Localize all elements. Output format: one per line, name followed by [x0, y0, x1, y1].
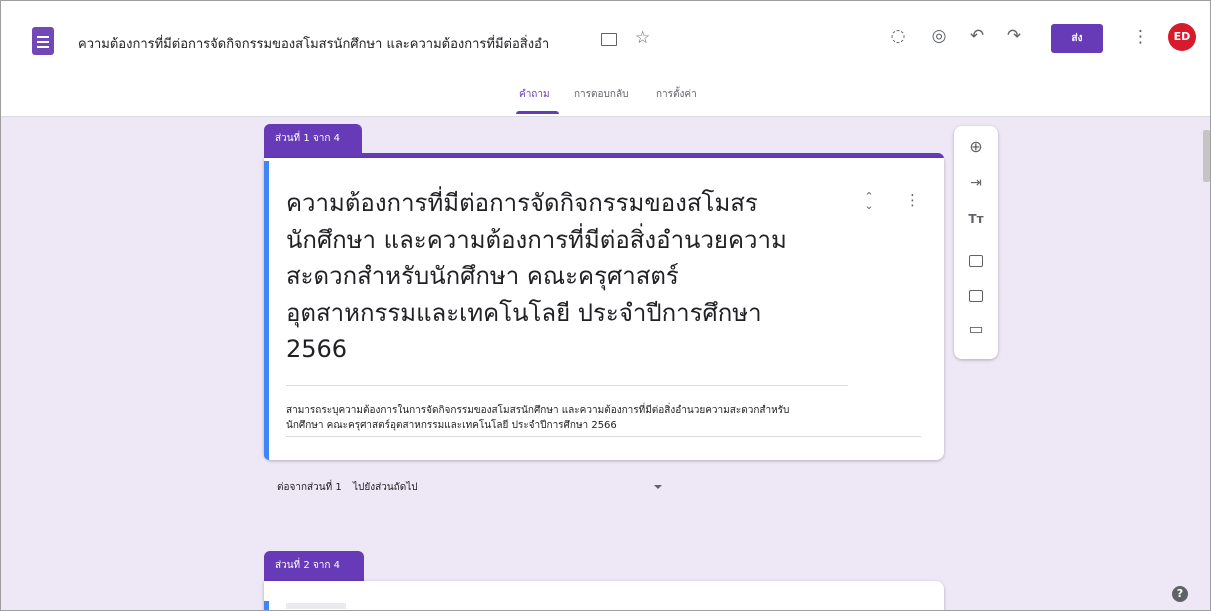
description-field-underline [286, 436, 921, 437]
form-title-line: ความต้องการที่มีต่อการจัดกิจกรรมของสโมสร [286, 189, 758, 217]
add-image-icon[interactable] [969, 255, 983, 267]
preview-eye-icon[interactable]: ◎ [927, 24, 951, 48]
scrollbar-thumb[interactable] [1203, 130, 1210, 182]
more-vert-icon[interactable]: ⋮ [1132, 25, 1149, 49]
tab-settings[interactable]: การตั้งค่า [656, 87, 697, 102]
section-2-title-placeholder [286, 603, 346, 609]
document-title[interactable]: ความต้องการที่มีต่อการจัดกิจกรรมของสโมสร… [78, 33, 549, 54]
add-question-icon[interactable]: ⊕ [967, 138, 985, 156]
title-field-underline [286, 385, 848, 386]
form-title-line: สะดวกสำหรับนักศึกษา คณะครุศาสตร์ [286, 262, 679, 290]
undo-icon[interactable]: ↶ [965, 24, 989, 48]
form-title[interactable]: ความต้องการที่มีต่อการจัดกิจกรรมของสโมสร… [286, 185, 856, 368]
section-2-edge [264, 601, 269, 610]
editor-tabs: คำถาม การตอบกลับ การตั้งค่า [1, 79, 1210, 117]
after-section-label: ต่อจากส่วนที่ 1 [277, 482, 342, 493]
section-1-header-tab: ส่วนที่ 1 จาก 4 [264, 124, 362, 154]
form-title-line: นักศึกษา และความต้องการที่มีต่อสิ่งอำนวย… [286, 225, 787, 254]
collapse-section-icon[interactable]: ⌃ ⌄ [862, 191, 876, 212]
add-section-icon[interactable]: ▭ [967, 320, 985, 338]
focus-edge-indicator [264, 161, 269, 460]
floating-toolbar: ⊕ ⇥ Tт ▭ [954, 126, 998, 359]
form-title-line: 2566 [286, 335, 348, 363]
add-video-icon[interactable] [969, 290, 983, 302]
after-section-select[interactable]: ไปยังส่วนถัดไป [353, 480, 418, 495]
chevron-down-icon[interactable] [654, 485, 662, 489]
scrollbar[interactable] [1201, 117, 1210, 610]
folder-icon[interactable] [601, 33, 617, 46]
tab-questions[interactable]: คำถาม [519, 87, 550, 102]
section-2-card[interactable] [264, 581, 944, 610]
section-more-icon[interactable]: ⋮ [905, 190, 920, 210]
form-title-line: อุตสาหกรรมและเทคโนโลยี ประจำปีการศึกษา [286, 298, 762, 327]
form-description[interactable]: สามารถระบุความต้องการในการจัดกิจกรรมของส… [286, 403, 926, 433]
section-2-header-tab: ส่วนที่ 2 จาก 4 [264, 551, 364, 581]
forms-logo-icon[interactable] [32, 27, 54, 55]
forms-editor-window: ความต้องการที่มีต่อการจัดกิจกรรมของสโมสร… [0, 0, 1211, 611]
avatar[interactable]: ED [1168, 23, 1196, 51]
redo-icon[interactable]: ↷ [1002, 24, 1026, 48]
star-icon[interactable]: ☆ [635, 28, 650, 48]
help-icon[interactable]: ? [1172, 586, 1188, 602]
add-title-icon[interactable]: Tт [967, 210, 985, 228]
tab-responses[interactable]: การตอบกลับ [574, 87, 628, 102]
form-description-line: สามารถระบุความต้องการในการจัดกิจกรรมของส… [286, 405, 790, 416]
palette-icon[interactable]: ◌ [886, 24, 910, 48]
import-questions-icon[interactable]: ⇥ [967, 174, 985, 192]
send-button[interactable]: ส่ง [1051, 24, 1103, 53]
app-header: ความต้องการที่มีต่อการจัดกิจกรรมของสโมสร… [1, 1, 1210, 117]
active-tab-indicator [516, 111, 559, 114]
form-description-line: นักศึกษา คณะครุศาสตร์อุตสาหกรรมและเทคโนโ… [286, 420, 617, 431]
